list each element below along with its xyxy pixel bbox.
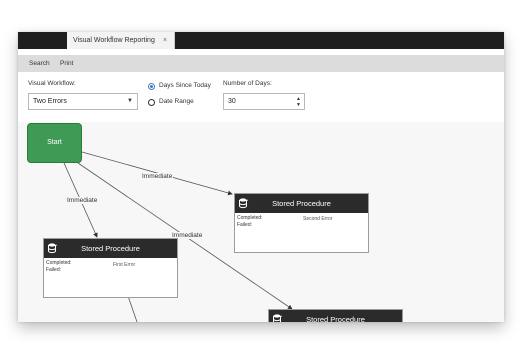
number-of-days-label: Number of Days:: [223, 80, 272, 87]
node-header: + Stored Procedure: [44, 239, 177, 258]
connector-first-down: [127, 295, 138, 322]
workflow-select-value: Two Errors: [33, 98, 67, 105]
edge-label-immediate: Immediate: [141, 173, 174, 180]
tab-label: Visual Workflow Reporting: [73, 37, 155, 44]
workflow-label: Visual Workflow:: [28, 80, 76, 87]
stored-procedure-node[interactable]: + Stored Procedure Completed: Failed: Fi…: [43, 238, 178, 298]
node-header: + Stored Procedure: [235, 194, 368, 213]
edge-label-immediate: Immediate: [66, 197, 99, 204]
toolbar: Search Print: [18, 55, 504, 72]
failed-label: Failed:: [237, 222, 253, 228]
print-menu-item[interactable]: Print: [60, 55, 73, 72]
failed-label: Failed:: [46, 267, 62, 273]
tab-bar: Visual Workflow Reporting ×: [18, 32, 504, 49]
start-node[interactable]: Start: [27, 123, 82, 163]
days-since-today-label: Days Since Today: [159, 82, 211, 89]
chevron-down-icon: ▼: [127, 98, 133, 104]
tab-visual-workflow-reporting[interactable]: Visual Workflow Reporting ×: [67, 32, 175, 49]
workflow-select[interactable]: Two Errors ▼: [28, 93, 138, 110]
error-text: First Error: [113, 262, 136, 268]
close-icon[interactable]: ×: [163, 32, 167, 49]
date-range-label: Date Range: [159, 98, 194, 105]
error-text: Second Error: [303, 216, 333, 222]
node-header: + Stored Procedure: [269, 310, 402, 322]
app-window: Visual Workflow Reporting × Search Print…: [18, 32, 504, 322]
node-title: Stored Procedure: [306, 315, 365, 322]
stored-procedure-node[interactable]: + Stored Procedure: [268, 309, 403, 322]
node-title: Stored Procedure: [81, 244, 140, 253]
search-menu-item[interactable]: Search: [29, 55, 50, 72]
days-since-today-radio[interactable]: [148, 83, 155, 90]
decrement-icon[interactable]: ▼: [296, 102, 301, 108]
filter-panel: Visual Workflow: Two Errors ▼ Days Since…: [18, 72, 504, 122]
stored-procedure-node[interactable]: + Stored Procedure Completed: Failed: Se…: [234, 193, 369, 253]
workflow-canvas: Start Immediate Immediate Immediate + St…: [18, 122, 504, 322]
date-range-radio[interactable]: [148, 99, 155, 106]
completed-label: Completed:: [46, 260, 72, 266]
number-of-days-input[interactable]: 30 ▲ ▼: [223, 93, 305, 110]
node-title: Stored Procedure: [272, 199, 331, 208]
completed-label: Completed:: [237, 215, 263, 221]
number-of-days-value: 30: [228, 98, 236, 105]
